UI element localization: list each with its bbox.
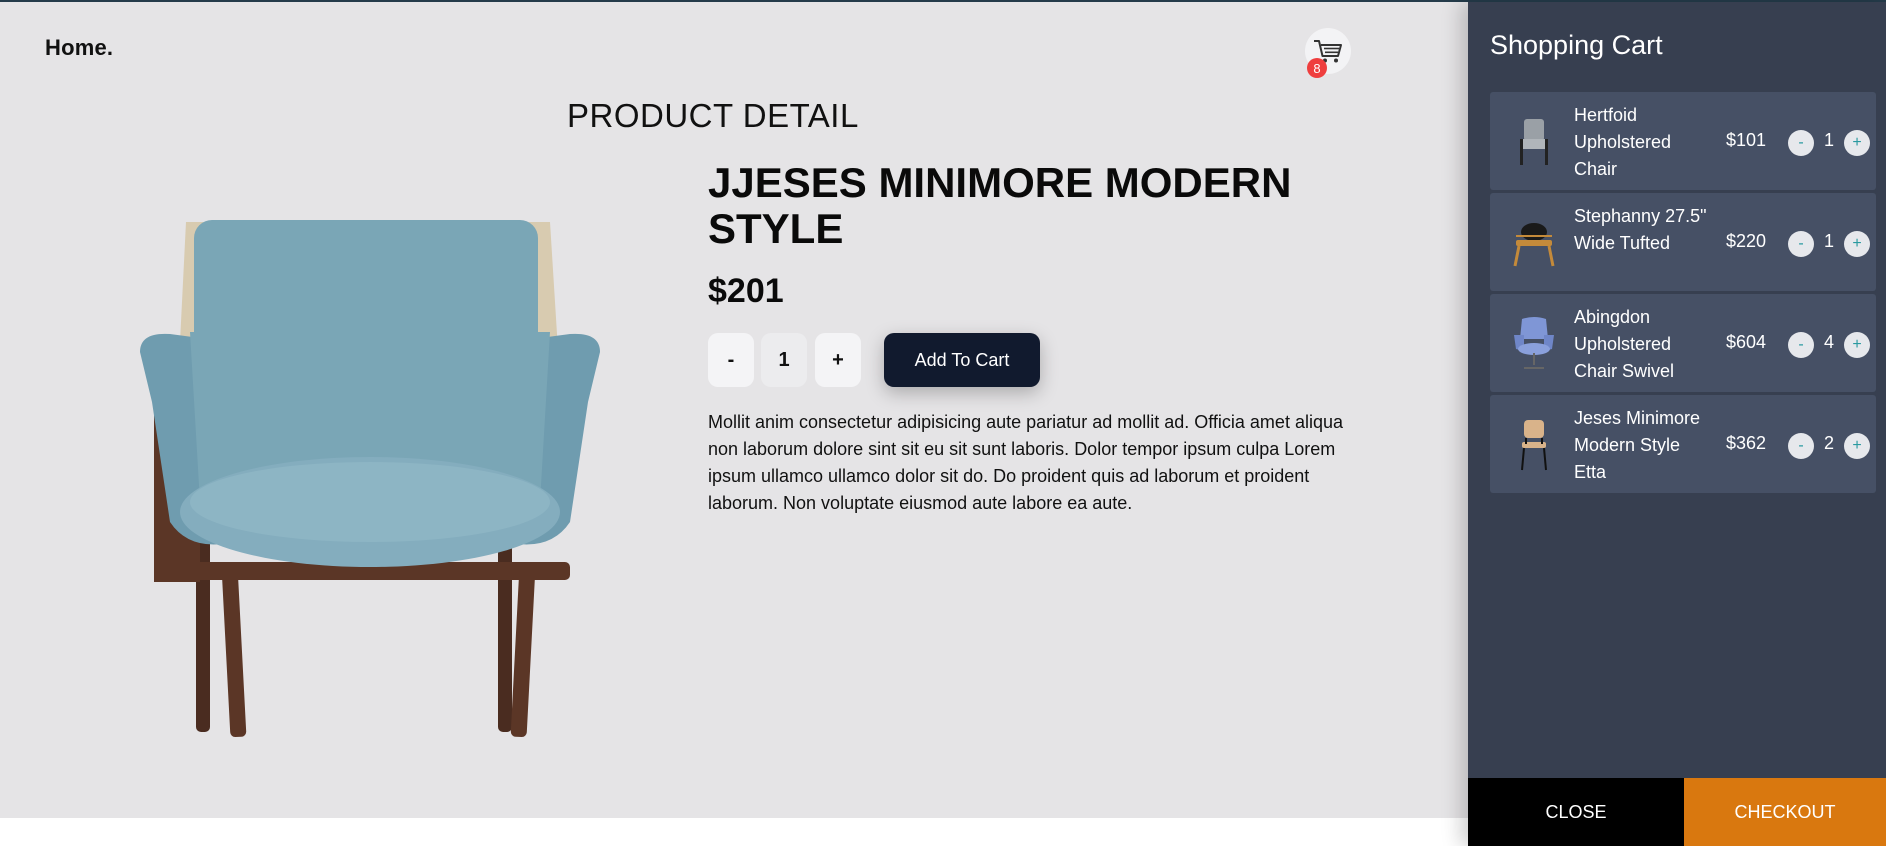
cart-item-price: $362 — [1726, 433, 1767, 453]
product-title: JJESES MINIMORE MODERN STYLE — [708, 159, 1292, 252]
cart-item: Jeses Minimore Modern Style Etta $362 - … — [1490, 395, 1876, 493]
add-to-cart-button[interactable]: Add To Cart — [884, 333, 1040, 387]
quantity-decrease-button[interactable]: - — [708, 333, 754, 387]
close-cart-button[interactable]: CLOSE — [1468, 778, 1684, 846]
cart-item-thumbnail — [1520, 119, 1548, 165]
cart-item-decrease-button[interactable]: - — [1788, 231, 1814, 257]
cart-item-name: Jeses Minimore Modern Style Etta — [1574, 408, 1701, 482]
cart-item-increase-button[interactable]: + — [1844, 231, 1870, 257]
cart-item-quantity: 4 — [1823, 332, 1834, 352]
page-bottom-strip — [0, 818, 1468, 846]
checkout-button[interactable]: CHECKOUT — [1684, 778, 1886, 846]
quantity-value: 1 — [761, 333, 807, 387]
product-price: $201 — [708, 272, 784, 310]
cart-item-thumbnail — [1521, 420, 1547, 471]
cart-item-list: Hertfoid Upholstered Chair $101 - 1 + St… — [1490, 92, 1876, 496]
cart-item-decrease-button[interactable]: - — [1788, 130, 1814, 156]
cart-item-increase-button[interactable]: + — [1844, 433, 1870, 459]
product-image — [140, 220, 600, 738]
cart-item-name: Stephanny 27.5" Wide Tufted — [1574, 206, 1707, 253]
cart-title: Shopping Cart — [1490, 30, 1663, 60]
cart-item-price: $101 — [1726, 130, 1767, 150]
cart-item-quantity: 2 — [1823, 433, 1834, 453]
cart-item-price: $220 — [1726, 231, 1767, 251]
product-page: Home. 8 PRODUCT DETAIL JJESES MINIMORE M… — [0, 2, 1468, 818]
cart-item: Abingdon Upholstered Chair Swivel $604 -… — [1490, 294, 1876, 392]
cart-item-thumbnail — [1514, 317, 1554, 369]
cart-item: Hertfoid Upholstered Chair $101 - 1 + — [1490, 92, 1876, 190]
cart-item-name: Hertfoid Upholstered Chair — [1574, 105, 1672, 179]
cart-item-decrease-button[interactable]: - — [1788, 433, 1814, 459]
cart-item-quantity: 1 — [1823, 130, 1834, 150]
cart-item-quantity: 1 — [1823, 231, 1834, 251]
cart-item-increase-button[interactable]: + — [1844, 130, 1870, 156]
page-title: PRODUCT DETAIL — [567, 97, 859, 134]
shopping-cart-panel: Shopping Cart Hertfoid Upholstered Chair… — [1468, 2, 1886, 846]
cart-item-decrease-button[interactable]: - — [1788, 332, 1814, 358]
cart-item-name: Abingdon Upholstered Chair Swivel — [1574, 307, 1675, 381]
quantity-increase-button[interactable]: + — [815, 333, 861, 387]
cart-item-thumbnail — [1513, 223, 1555, 267]
product-description: Mollit anim consectetur adipisicing aute… — [708, 412, 1343, 513]
cart-item: Stephanny 27.5" Wide Tufted $220 - 1 + — [1490, 193, 1876, 291]
cart-item-increase-button[interactable]: + — [1844, 332, 1870, 358]
cart-count-badge: 8 — [1307, 58, 1327, 78]
cart-item-price: $604 — [1726, 332, 1767, 352]
brand-logo[interactable]: Home. — [45, 35, 113, 61]
